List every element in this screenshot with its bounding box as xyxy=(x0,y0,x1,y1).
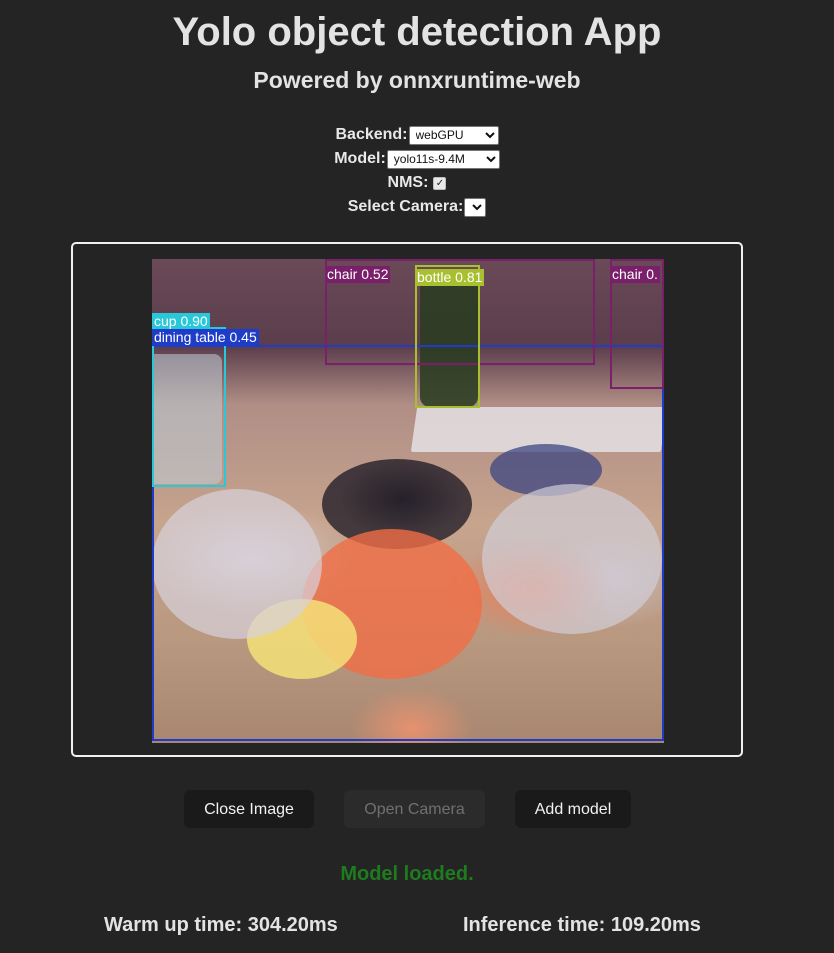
detection-label-chair-2: chair 0. xyxy=(610,266,660,283)
backend-label: Backend: xyxy=(335,126,408,143)
backend-row: Backend: webGPU xyxy=(0,123,834,147)
camera-row: Select Camera: xyxy=(0,195,834,219)
open-camera-button[interactable]: Open Camera xyxy=(344,790,485,828)
backend-select[interactable]: webGPU xyxy=(408,125,499,145)
settings-panel: Backend: webGPU Model: yolo11s-9.4M NMS:… xyxy=(0,123,834,219)
model-label: Model: xyxy=(334,150,386,167)
status-message: Model loaded. xyxy=(340,863,474,885)
close-image-button[interactable]: Close Image xyxy=(184,790,314,828)
bbox-dining-table xyxy=(152,345,664,741)
inference-time: Inference time: 109.20ms xyxy=(463,914,701,936)
bbox-bottle xyxy=(415,265,480,408)
detection-label-cup: cup 0.90 xyxy=(152,313,210,330)
bbox-cup xyxy=(152,327,226,487)
page-title: Yolo object detection App xyxy=(172,10,662,54)
add-model-button[interactable]: Add model xyxy=(515,790,631,828)
warmup-time: Warm up time: 304.20ms xyxy=(104,914,338,936)
detection-label-dining-table: dining table 0.45 xyxy=(152,329,259,346)
detection-label-bottle: bottle 0.81 xyxy=(415,269,485,286)
model-row: Model: yolo11s-9.4M xyxy=(0,147,834,171)
nms-checkbox[interactable]: ✓ xyxy=(433,176,447,190)
page-subtitle: Powered by onnxruntime-web xyxy=(253,67,581,93)
model-select[interactable]: yolo11s-9.4M xyxy=(386,149,500,169)
nms-label: NMS: xyxy=(387,174,429,191)
camera-select[interactable] xyxy=(464,197,487,217)
camera-label: Select Camera: xyxy=(347,198,464,215)
detection-label-chair-1: chair 0.52 xyxy=(325,266,391,283)
nms-row: NMS: ✓ xyxy=(0,171,834,195)
